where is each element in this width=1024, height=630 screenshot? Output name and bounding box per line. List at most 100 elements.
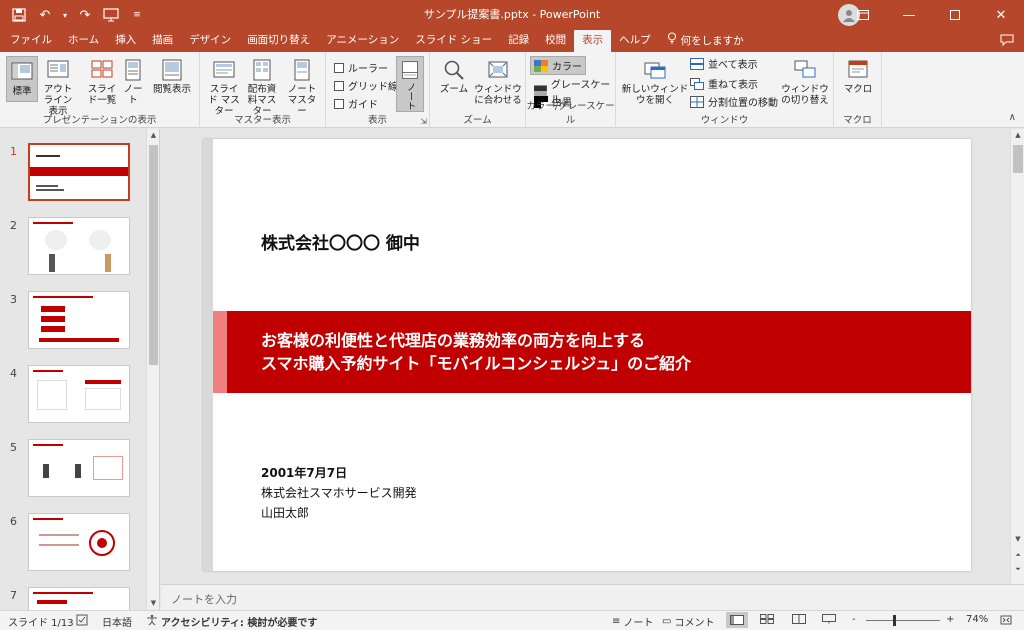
new-window-button[interactable]: 新しいウィンドウを開く: [620, 58, 690, 106]
notes-master-icon: [294, 59, 310, 81]
tab-view[interactable]: 表示: [574, 30, 612, 52]
thumbnail-slide[interactable]: [28, 291, 130, 349]
undo-dropdown-icon[interactable]: ▾: [60, 4, 70, 26]
presentation-views-label: プレゼンテーションの表示: [42, 115, 157, 126]
macros-button[interactable]: マクロ: [840, 58, 876, 95]
gridlines-checkbox[interactable]: グリッド線: [334, 78, 398, 93]
previous-slide-icon[interactable]: ⏶: [1011, 549, 1024, 562]
tab-slideshow[interactable]: スライド ショー: [407, 30, 500, 52]
slide-master-button[interactable]: スライド マスター: [206, 58, 242, 117]
cascade-button[interactable]: 重ねて表示: [690, 76, 758, 91]
slide-meta-text[interactable]: 2001年7月7日 株式会社スマホサービス開発 山田太郎: [261, 463, 417, 523]
comments-icon[interactable]: [1000, 34, 1014, 49]
next-slide-icon[interactable]: ⏷: [1011, 563, 1024, 576]
ribbon-display-options-icon[interactable]: [840, 0, 886, 30]
slide-sorter-button[interactable]: スライド一覧: [84, 58, 120, 106]
show-dialog-launcher-icon[interactable]: ⇲: [420, 117, 427, 126]
tab-design[interactable]: デザイン: [181, 30, 239, 52]
slide-recipient-text[interactable]: 株式会社〇〇〇 御中: [261, 229, 420, 254]
zoom-level[interactable]: 74%: [966, 614, 988, 625]
zoom-out-button[interactable]: -: [852, 614, 856, 625]
language[interactable]: 日本語: [102, 614, 132, 629]
accessibility-status[interactable]: アクセシビリティ: 検討が必要です: [146, 614, 317, 629]
thumbnail-item[interactable]: 4: [0, 365, 145, 427]
save-icon[interactable]: [8, 4, 30, 26]
vertical-scrollbar-thumb[interactable]: [1013, 145, 1023, 173]
thumbnail-item[interactable]: 7: [0, 587, 145, 610]
gridlines-label: グリッド線: [348, 82, 398, 93]
zoom-slider-track[interactable]: [866, 620, 940, 621]
slide-vertical-scrollbar[interactable]: ▲ ▼ ⏶ ⏷: [1010, 129, 1024, 584]
thumbnail-item[interactable]: 6: [0, 513, 145, 575]
thumbnail-scrollbar-thumb[interactable]: [149, 145, 158, 365]
undo-icon[interactable]: ↶: [34, 4, 56, 26]
minimize-icon[interactable]: —: [886, 0, 932, 30]
notes-pane[interactable]: ノートを入力: [161, 584, 1024, 610]
reading-view-status-icon[interactable]: [792, 614, 806, 624]
tab-animations[interactable]: アニメーション: [318, 30, 407, 52]
slide-title[interactable]: お客様の利便性と代理店の業務効率の両方を向上する スマホ購入予約サイト「モバイル…: [261, 329, 691, 375]
scroll-up-icon[interactable]: ▲: [1011, 129, 1024, 142]
scroll-down-icon[interactable]: ▼: [1011, 533, 1024, 546]
thumbnail-slide[interactable]: [28, 217, 130, 275]
ruler-checkbox[interactable]: ルーラー: [334, 60, 388, 75]
thumbnail-item[interactable]: 5: [0, 439, 145, 501]
tab-draw[interactable]: 描画: [144, 30, 181, 52]
zoom-in-button[interactable]: +: [946, 614, 954, 625]
tab-record[interactable]: 記録: [500, 30, 537, 52]
tab-review[interactable]: 校閲: [537, 30, 574, 52]
current-slide[interactable]: 株式会社〇〇〇 御中 お客様の利便性と代理店の業務効率の両方を向上する スマホ購…: [203, 139, 971, 571]
thumbnail-slide[interactable]: [28, 587, 130, 610]
normal-view-button[interactable]: 標準: [6, 56, 38, 102]
fit-slide-icon[interactable]: [1000, 614, 1012, 626]
handout-master-button[interactable]: 配布資料マスター: [244, 58, 280, 117]
zoom-slider-thumb[interactable]: [893, 615, 896, 626]
gridlines-checkbox-box[interactable]: [334, 80, 344, 91]
scroll-up-icon[interactable]: ▲: [147, 129, 159, 142]
comments-status-button[interactable]: ▭ コメント: [662, 614, 714, 629]
zoom-button[interactable]: ズーム: [436, 58, 472, 95]
customize-qat-icon[interactable]: ≡: [126, 4, 148, 26]
tell-me-search[interactable]: 何をしますか: [659, 30, 752, 52]
maximize-icon[interactable]: [932, 0, 978, 30]
switch-windows-button[interactable]: ウィンドウの切り替え: [780, 58, 830, 106]
tab-home[interactable]: ホーム: [60, 30, 107, 52]
spellcheck-icon[interactable]: [76, 614, 88, 626]
thumbnail-scrollbar[interactable]: ▲ ▼: [146, 129, 159, 610]
guides-checkbox[interactable]: ガイド: [334, 96, 378, 111]
normal-view-status-icon[interactable]: [726, 612, 748, 628]
collapse-ribbon-icon[interactable]: ∧: [1009, 112, 1016, 123]
notes-status-button[interactable]: ≡ ノート: [612, 614, 653, 629]
thumbnail-item[interactable]: 1: [0, 143, 145, 205]
slide-sorter-status-icon[interactable]: [760, 614, 774, 624]
notes-master-button[interactable]: ノート マスター: [284, 58, 320, 117]
thumbnail-slide[interactable]: [28, 439, 130, 497]
redo-icon[interactable]: ↷: [74, 4, 96, 26]
switch-windows-label: ウィンドウの切り替え: [781, 84, 829, 106]
thumbnail-slide[interactable]: [28, 513, 130, 571]
new-window-icon: [644, 62, 666, 79]
tab-file[interactable]: ファイル: [2, 30, 60, 52]
tab-insert[interactable]: 挿入: [107, 30, 144, 52]
arrange-all-button[interactable]: 並べて表示: [690, 56, 758, 71]
ruler-checkbox-box[interactable]: [334, 62, 344, 73]
guides-checkbox-box[interactable]: [334, 98, 344, 109]
move-split-button[interactable]: 分割位置の移動: [690, 94, 778, 109]
notes-toggle-button[interactable]: ノート: [396, 56, 424, 112]
outline-view-button[interactable]: アウトライン表示: [40, 58, 76, 117]
thumbnail-item[interactable]: 3: [0, 291, 145, 353]
present-from-start-icon[interactable]: [100, 4, 122, 26]
tab-help[interactable]: ヘルプ: [611, 30, 659, 52]
close-icon[interactable]: ✕: [978, 0, 1024, 30]
thumbnail-slide[interactable]: [28, 143, 130, 201]
color-button[interactable]: カラー: [530, 56, 586, 75]
thumbnail-slide[interactable]: [28, 365, 130, 423]
reading-view-button[interactable]: 閲覧表示: [150, 58, 194, 95]
notes-page-button[interactable]: ノート: [120, 58, 146, 106]
fit-to-window-button[interactable]: ウィンドウに合わせる: [472, 58, 524, 106]
scroll-down-icon[interactable]: ▼: [147, 597, 159, 610]
thumbnail-item[interactable]: 2: [0, 217, 145, 279]
slideshow-status-icon[interactable]: [822, 614, 836, 624]
tab-transitions[interactable]: 画面切り替え: [239, 30, 318, 52]
notes-placeholder[interactable]: ノートを入力: [171, 591, 237, 607]
